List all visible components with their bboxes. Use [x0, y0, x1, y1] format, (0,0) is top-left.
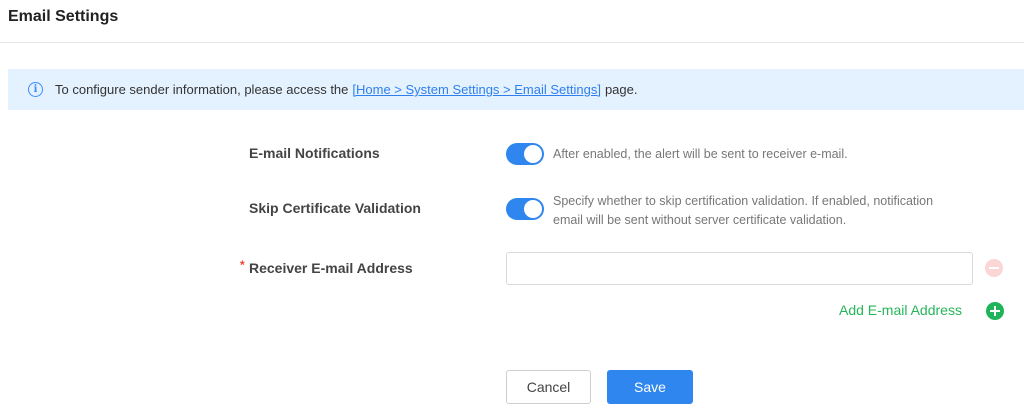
remove-circle-icon[interactable] — [985, 259, 1003, 277]
receiver-email-input[interactable] — [506, 252, 973, 285]
banner-text-before: To configure sender information, please … — [55, 82, 349, 97]
skip-cert-help-line2: email will be sent without server certif… — [553, 213, 847, 227]
toggle-knob — [524, 145, 542, 163]
skip-cert-label: Skip Certificate Validation — [249, 200, 421, 216]
page-title: Email Settings — [8, 8, 119, 25]
save-button[interactable]: Save — [607, 370, 693, 404]
email-notifications-help: After enabled, the alert will be sent to… — [553, 147, 848, 161]
email-notifications-toggle[interactable] — [506, 143, 544, 165]
email-notifications-label: E-mail Notifications — [249, 145, 380, 161]
add-circle-icon[interactable] — [986, 302, 1004, 320]
skip-cert-help: Specify whether to skip certification va… — [553, 192, 933, 230]
info-banner: i To configure sender information, pleas… — [8, 69, 1024, 110]
add-email-address-link[interactable]: Add E-mail Address — [839, 302, 962, 318]
required-mark: * — [240, 258, 245, 272]
skip-cert-toggle[interactable] — [506, 198, 544, 220]
toggle-knob — [524, 200, 542, 218]
receiver-email-label-text: Receiver E-mail Address — [249, 260, 413, 276]
info-icon: i — [28, 82, 43, 97]
receiver-email-label: * Receiver E-mail Address — [240, 258, 413, 276]
banner-text-after: page. — [604, 82, 638, 97]
title-divider — [0, 42, 1024, 43]
skip-cert-help-line1: Specify whether to skip certification va… — [553, 194, 934, 208]
cancel-button[interactable]: Cancel — [506, 370, 591, 404]
email-settings-link[interactable]: [Home > System Settings > Email Settings… — [352, 82, 601, 97]
